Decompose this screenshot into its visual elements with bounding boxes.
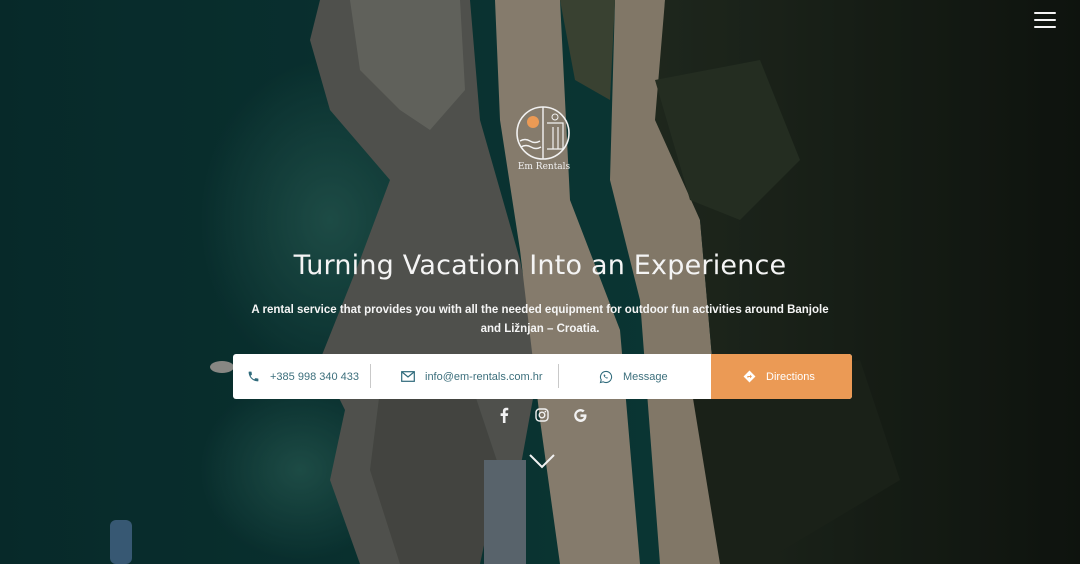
em-rentals-logo[interactable]: Em Rentals	[513, 103, 575, 173]
whatsapp-icon	[599, 370, 613, 384]
whatsapp-message-link[interactable]: Message	[559, 354, 711, 399]
email-link[interactable]: info@em-rentals.com.hr	[371, 354, 558, 399]
social-links	[494, 405, 590, 425]
contact-bar: +385 998 340 433 info@em-rentals.com.hr …	[233, 354, 852, 399]
logo-text: Em Rentals	[518, 162, 571, 172]
menu-line	[1034, 12, 1056, 14]
hero-title: Turning Vacation Into an Experience	[293, 250, 787, 281]
menu-line	[1034, 26, 1056, 28]
instagram-icon[interactable]	[532, 405, 552, 425]
directions-button[interactable]: Directions	[711, 354, 852, 399]
facebook-icon[interactable]	[494, 405, 514, 425]
hero-subtitle: A rental service that provides you with …	[251, 304, 829, 335]
hero-section: Em Rentals Turning Vacation Into an Expe…	[0, 0, 1080, 564]
phone-link[interactable]: +385 998 340 433	[233, 354, 370, 399]
message-label: Message	[623, 370, 668, 383]
hamburger-menu-icon[interactable]	[1034, 12, 1056, 30]
google-icon[interactable]	[570, 405, 590, 425]
phone-label: +385 998 340 433	[270, 370, 360, 383]
directions-icon	[743, 370, 756, 383]
mail-icon	[401, 371, 415, 382]
chevron-down-icon[interactable]	[528, 452, 556, 470]
email-label: info@em-rentals.com.hr	[425, 370, 543, 383]
menu-line	[1034, 19, 1056, 21]
directions-label: Directions	[766, 370, 815, 383]
phone-icon	[247, 370, 260, 383]
hero-background-image	[0, 0, 1080, 564]
